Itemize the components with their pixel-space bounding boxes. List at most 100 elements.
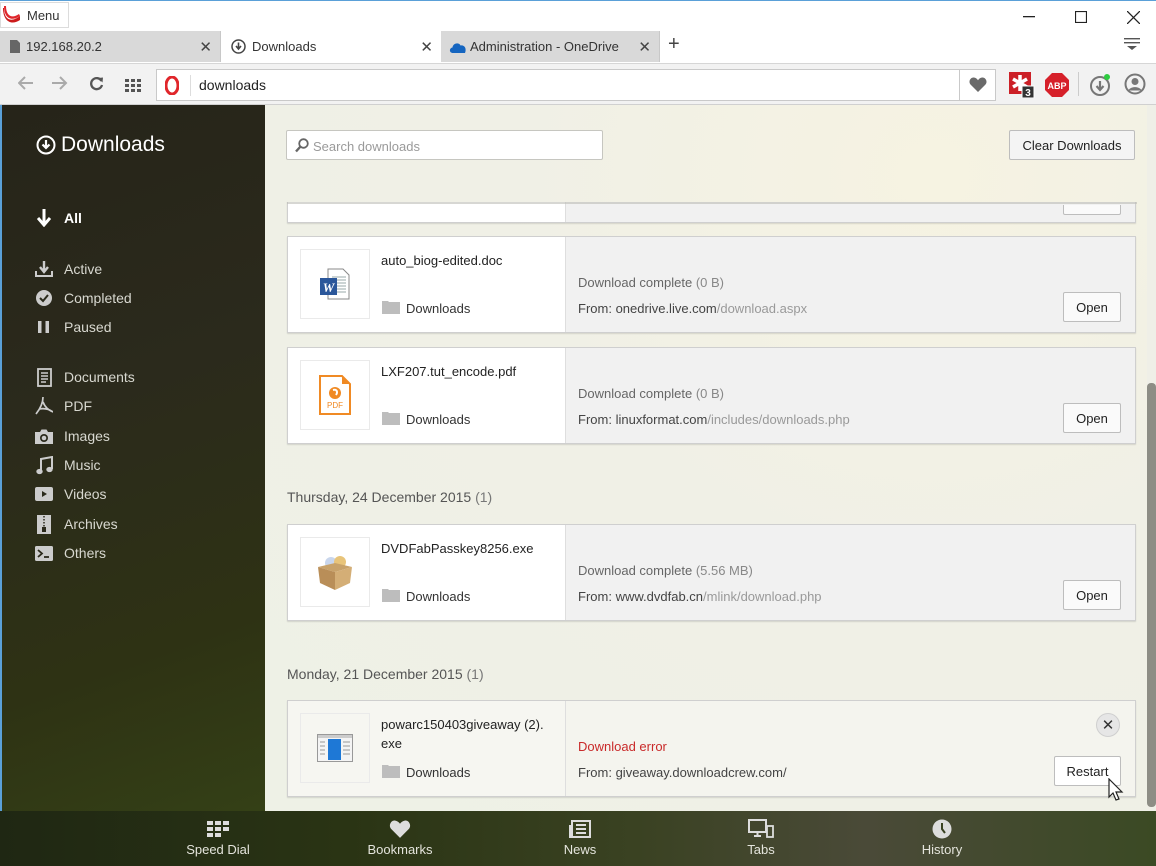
card-left: [288, 202, 566, 222]
file-name-line2: exe: [381, 736, 402, 751]
check-circle-icon: [35, 289, 53, 307]
bottom-news[interactable]: News: [530, 819, 630, 857]
sidebar-item-archives[interactable]: Archives: [35, 514, 118, 534]
from-label: From:: [578, 589, 612, 604]
tab-title: Administration - OneDrive: [470, 39, 619, 54]
adblock-plus-icon[interactable]: ABP: [1045, 73, 1069, 102]
bottom-tabs[interactable]: Tabs: [711, 819, 811, 857]
url-field[interactable]: downloads: [156, 69, 996, 101]
open-folder-link[interactable]: Downloads: [382, 411, 470, 428]
sidebar-title: Downloads: [36, 133, 165, 157]
url-text[interactable]: downloads: [199, 77, 266, 93]
list-top-shadow: [287, 202, 1137, 204]
opera-menu-button[interactable]: Menu: [0, 2, 69, 28]
search-downloads-field[interactable]: [286, 130, 603, 160]
folder-name: Downloads: [406, 589, 471, 604]
close-tab-icon[interactable]: ✕: [420, 38, 433, 56]
toolbar-divider: [1078, 72, 1079, 96]
tab-title: Downloads: [252, 39, 317, 54]
card-left: DVDFabPasskey8256.exe Downloads: [288, 525, 566, 620]
page-icon: [10, 40, 20, 53]
download-item: DVDFabPasskey8256.exe Downloads Download…: [287, 524, 1136, 621]
folder-name: Downloads: [406, 412, 471, 427]
search-input[interactable]: [313, 136, 593, 156]
open-folder-link[interactable]: Downloads: [382, 588, 470, 605]
card-left: powarc150403giveaway (2). exe Downloads: [288, 701, 566, 796]
sidebar-item-videos[interactable]: Videos: [35, 485, 107, 503]
downloads-indicator-icon[interactable]: [1089, 73, 1113, 102]
date-count: (1): [475, 489, 493, 505]
forward-button[interactable]: [52, 74, 68, 95]
tab-192-168-20-2[interactable]: 192.168.20.2 ✕: [0, 31, 221, 62]
pdf-file-icon: PDF: [300, 360, 370, 430]
sidebar-item-pdf[interactable]: PDF: [35, 397, 92, 415]
music-note-icon: [35, 455, 53, 474]
scrollbar-thumb[interactable]: [1147, 383, 1156, 807]
close-window-button[interactable]: [1118, 5, 1148, 29]
download-icon: [231, 39, 246, 54]
download-item-partial: [287, 202, 1136, 223]
news-icon: [569, 819, 591, 839]
sidebar-item-label: Music: [64, 457, 101, 473]
date-label: Thursday, 24 December 2015: [287, 489, 472, 505]
from-label: From:: [578, 301, 612, 316]
close-tab-icon[interactable]: ✕: [638, 38, 651, 56]
bottom-label: Speed Dial: [186, 842, 250, 857]
bottom-history[interactable]: History: [892, 819, 992, 857]
sidebar-item-all[interactable]: All: [35, 209, 82, 227]
download-status: Download complete (0 B): [578, 275, 724, 290]
svg-text:W: W: [323, 280, 336, 295]
file-name[interactable]: DVDFabPasskey8256.exe: [381, 539, 561, 558]
open-button[interactable]: Open: [1063, 580, 1121, 610]
tab-menu-icon[interactable]: [1124, 37, 1142, 56]
open-button-partial[interactable]: [1063, 205, 1121, 215]
account-icon[interactable]: [1124, 73, 1146, 100]
bookmark-heart-button[interactable]: [959, 70, 995, 100]
from-label: From:: [578, 765, 612, 780]
downloads-sidebar: Downloads All Active Completed Paused Do…: [0, 105, 265, 811]
close-tab-icon[interactable]: ✕: [199, 38, 212, 56]
download-circle-icon: [36, 135, 56, 155]
open-folder-link[interactable]: Downloads: [382, 300, 470, 317]
download-status: Download complete (0 B): [578, 386, 724, 401]
minimize-button[interactable]: [1014, 5, 1044, 29]
open-folder-link[interactable]: Downloads: [382, 764, 470, 781]
remove-download-button[interactable]: ✕: [1096, 713, 1120, 737]
file-name[interactable]: powarc150403giveaway (2). exe: [381, 715, 561, 753]
source-path: /download.aspx: [716, 301, 808, 316]
sidebar-item-others[interactable]: Others: [35, 544, 106, 562]
sidebar-item-paused[interactable]: Paused: [35, 318, 111, 336]
sidebar-item-music[interactable]: Music: [35, 455, 101, 474]
from-label: From:: [578, 412, 612, 427]
bottom-bookmarks[interactable]: Bookmarks: [350, 819, 450, 857]
lastpass-extension-icon[interactable]: 3: [1009, 72, 1035, 103]
date-group-header: Thursday, 24 December 2015 (1): [287, 489, 492, 505]
back-button[interactable]: [17, 74, 34, 95]
tab-onedrive[interactable]: Administration - OneDrive ✕: [441, 31, 660, 62]
bottom-speed-dial[interactable]: Speed Dial: [168, 819, 268, 857]
maximize-button[interactable]: [1066, 5, 1096, 29]
open-button[interactable]: Open: [1063, 292, 1121, 322]
file-name[interactable]: LXF207.tut_encode.pdf: [381, 362, 561, 381]
reload-button[interactable]: [89, 75, 104, 96]
sidebar-item-active[interactable]: Active: [35, 260, 102, 278]
folder-icon: [382, 300, 400, 317]
open-button[interactable]: Open: [1063, 403, 1121, 433]
sidebar-item-completed[interactable]: Completed: [35, 289, 132, 307]
vertical-scrollbar[interactable]: [1147, 105, 1156, 811]
card-left: PDF LXF207.tut_encode.pdf Downloads: [288, 348, 566, 443]
sidebar-item-images[interactable]: Images: [35, 427, 110, 445]
date-label: Monday, 21 December 2015: [287, 666, 463, 682]
clear-downloads-button[interactable]: Clear Downloads: [1009, 130, 1135, 160]
terminal-icon: [35, 544, 53, 562]
url-separator: [190, 75, 191, 96]
menu-label: Menu: [27, 7, 60, 23]
speed-dial-grid-icon[interactable]: [125, 77, 141, 98]
file-name[interactable]: auto_biog-edited.doc: [381, 251, 561, 270]
download-status: Download error: [578, 739, 667, 754]
pdf-icon: [35, 397, 53, 415]
sidebar-item-label: Archives: [64, 516, 118, 532]
sidebar-item-documents[interactable]: Documents: [35, 367, 135, 387]
tab-downloads[interactable]: Downloads ✕: [221, 31, 441, 62]
new-tab-button[interactable]: +: [668, 33, 680, 56]
